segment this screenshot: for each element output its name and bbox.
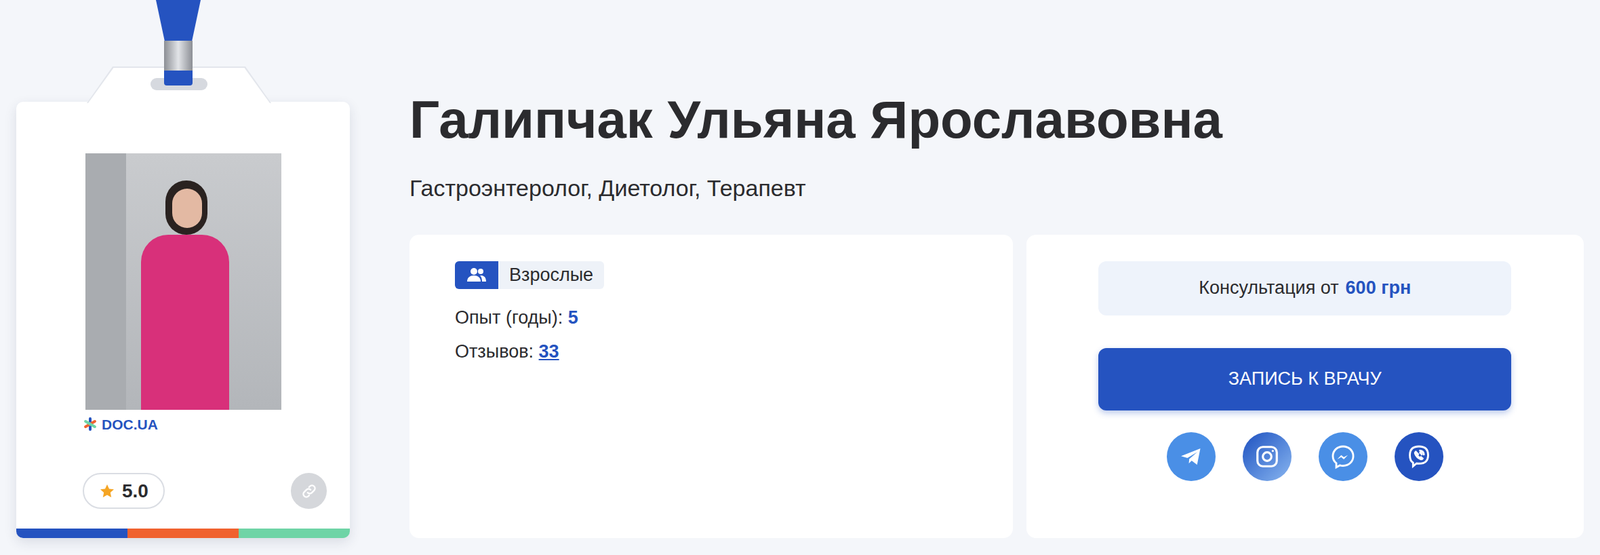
lanyard-clip	[164, 40, 193, 72]
doctor-specialties: Гастроэнтеролог, Диетолог, Терапевт	[409, 174, 1584, 202]
instagram-button[interactable]	[1242, 431, 1292, 481]
experience: Опыт (годы): 5	[454, 303, 1013, 331]
reviews: Отзывов: 33	[454, 337, 1013, 365]
card-stripe	[16, 528, 350, 538]
audience-badge: Взрослые	[454, 261, 605, 289]
lanyard-strap	[155, 0, 201, 43]
reviews-link[interactable]: 33	[538, 341, 560, 362]
asterisk-icon	[82, 416, 98, 432]
doctor-photo	[85, 153, 282, 410]
book-button[interactable]: ЗАПИСЬ К ВРАЧУ	[1098, 347, 1512, 411]
link-icon	[300, 482, 318, 500]
rating-pill: 5.0	[82, 472, 165, 509]
info-panel: Взрослые Опыт (годы): 5 Отзывов: 33	[409, 234, 1013, 538]
telegram-icon	[1178, 444, 1204, 469]
people-icon	[466, 266, 487, 283]
lanyard-end	[164, 70, 193, 86]
page: DOC.UA 5.0	[0, 0, 1600, 555]
messenger-button[interactable]	[1318, 431, 1368, 481]
docua-logo: DOC.UA	[16, 409, 350, 432]
instagram-icon	[1254, 443, 1280, 470]
viber-button[interactable]	[1394, 431, 1444, 481]
doctor-details: Галипчак Ульяна Ярославовна Гастроэнтеро…	[409, 0, 1584, 555]
doctor-card: DOC.UA 5.0	[16, 101, 350, 538]
booking-panel: Консультация от 600 грн ЗАПИСЬ К ВРАЧУ	[1026, 234, 1585, 538]
social-links	[1166, 431, 1444, 481]
messenger-icon	[1330, 443, 1356, 470]
star-icon	[98, 482, 116, 499]
viber-icon	[1406, 443, 1432, 470]
doctor-badge: DOC.UA 5.0	[16, 0, 350, 555]
telegram-button[interactable]	[1166, 431, 1216, 481]
price-box: Консультация от 600 грн	[1098, 261, 1512, 316]
doctor-name: Галипчак Ульяна Ярославовна	[409, 88, 1584, 152]
copy-link-button[interactable]	[290, 472, 327, 509]
